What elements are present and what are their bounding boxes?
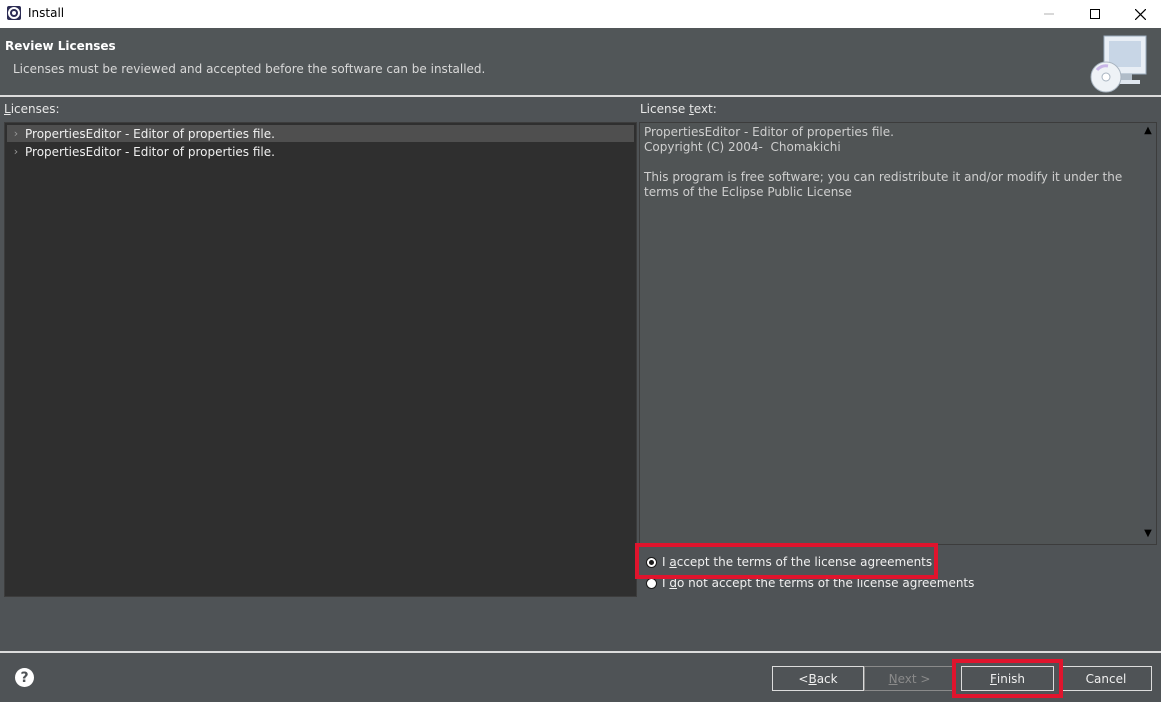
cancel-button[interactable]: Cancel — [1060, 666, 1152, 691]
back-button-prefix: < — [798, 671, 809, 686]
license-text-area[interactable]: PropertiesEditor - Editor of properties … — [639, 122, 1157, 545]
licenses-label: Licenses: — [4, 102, 60, 116]
wizard-banner: Review Licenses Licenses must be reviewe… — [0, 28, 1161, 95]
help-icon[interactable]: ? — [15, 668, 34, 687]
eclipse-app-icon — [7, 6, 21, 20]
button-bar-separator — [0, 651, 1161, 653]
license-text-content: PropertiesEditor - Editor of properties … — [644, 125, 1123, 199]
chevron-right-icon[interactable]: › — [7, 127, 25, 140]
next-button-mnemonic: N — [888, 671, 898, 686]
back-button-label: ack — [816, 671, 838, 686]
accept-highlight-box — [635, 543, 938, 579]
finish-highlight-box — [952, 659, 1063, 698]
close-button[interactable] — [1117, 0, 1161, 28]
install-wizard-icon — [1090, 35, 1147, 93]
license-text-label-post: ext: — [693, 102, 717, 116]
back-button[interactable]: < Back — [772, 666, 864, 691]
back-button-mnemonic: B — [808, 671, 817, 686]
minimize-button[interactable] — [1026, 0, 1072, 28]
license-text-label: License text: — [640, 102, 717, 116]
page-title: Review Licenses — [5, 39, 116, 53]
page-description: Licenses must be reviewed and accepted b… — [13, 62, 486, 76]
license-tree-item[interactable]: › PropertiesEditor - Editor of propertie… — [7, 143, 634, 160]
close-icon — [1134, 8, 1146, 20]
next-button-label: ext > — [897, 671, 931, 686]
maximize-button[interactable] — [1072, 0, 1118, 28]
license-item-label: PropertiesEditor - Editor of properties … — [25, 144, 275, 159]
banner-separator — [0, 95, 1161, 97]
maximize-icon — [1090, 9, 1100, 19]
licenses-tree[interactable]: › PropertiesEditor - Editor of propertie… — [4, 122, 637, 597]
license-tree-item[interactable]: › PropertiesEditor - Editor of propertie… — [7, 125, 634, 142]
title-bar: Install — [0, 0, 1161, 28]
license-text-scrollbar[interactable]: ▲ ▼ — [1140, 123, 1156, 544]
license-item-label: PropertiesEditor - Editor of properties … — [25, 126, 275, 141]
chevron-right-icon[interactable]: › — [7, 145, 25, 158]
window-title: Install — [28, 6, 65, 20]
licenses-label-text: icenses: — [10, 102, 60, 116]
minimize-icon — [1044, 13, 1054, 15]
scroll-down-arrow-icon[interactable]: ▼ — [1140, 528, 1156, 542]
licenses-label-mnemonic: L — [4, 102, 11, 116]
scroll-up-arrow-icon[interactable]: ▲ — [1140, 125, 1156, 139]
radio-unchecked-icon[interactable] — [646, 577, 657, 589]
next-button[interactable]: Next > — [864, 666, 955, 691]
license-text-label-pre: License — [640, 102, 690, 116]
